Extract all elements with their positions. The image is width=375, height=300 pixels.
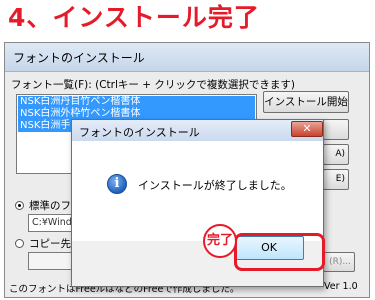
right-side-button[interactable]: A): [323, 144, 349, 165]
step-title: 4、インストール完了: [8, 3, 260, 32]
radio-copy-destination[interactable]: [15, 239, 24, 248]
right-side-button[interactable]: E): [323, 169, 349, 190]
dialog-body: i インストールが終了しました。: [72, 141, 323, 241]
right-side-button[interactable]: [323, 119, 349, 140]
browse-button[interactable]: (R)...: [323, 252, 355, 272]
radio-standard-folder[interactable]: [15, 201, 24, 210]
version-label: Ver 1.0: [324, 281, 358, 292]
info-icon: i: [107, 174, 127, 194]
window-titlebar: フォントのインストール: [5, 43, 369, 72]
font-list-item[interactable]: NSK白洲丹目竹ペン楷書体: [18, 96, 255, 108]
complete-callout: 完了: [203, 224, 237, 258]
dialog-titlebar: フォントのインストール ✕: [72, 120, 323, 141]
window-title: フォントのインストール: [13, 51, 145, 65]
ok-highlight-frame: [234, 233, 325, 271]
font-list-label: フォント一覧(F): (Ctrlキー + クリックで複数選択できます): [11, 79, 295, 91]
install-start-button[interactable]: インストール開始: [263, 91, 349, 113]
dialog-title: フォントのインストール: [79, 126, 200, 139]
close-icon[interactable]: ✕: [291, 121, 323, 137]
dialog-message: インストールが終了しました。: [138, 179, 292, 192]
